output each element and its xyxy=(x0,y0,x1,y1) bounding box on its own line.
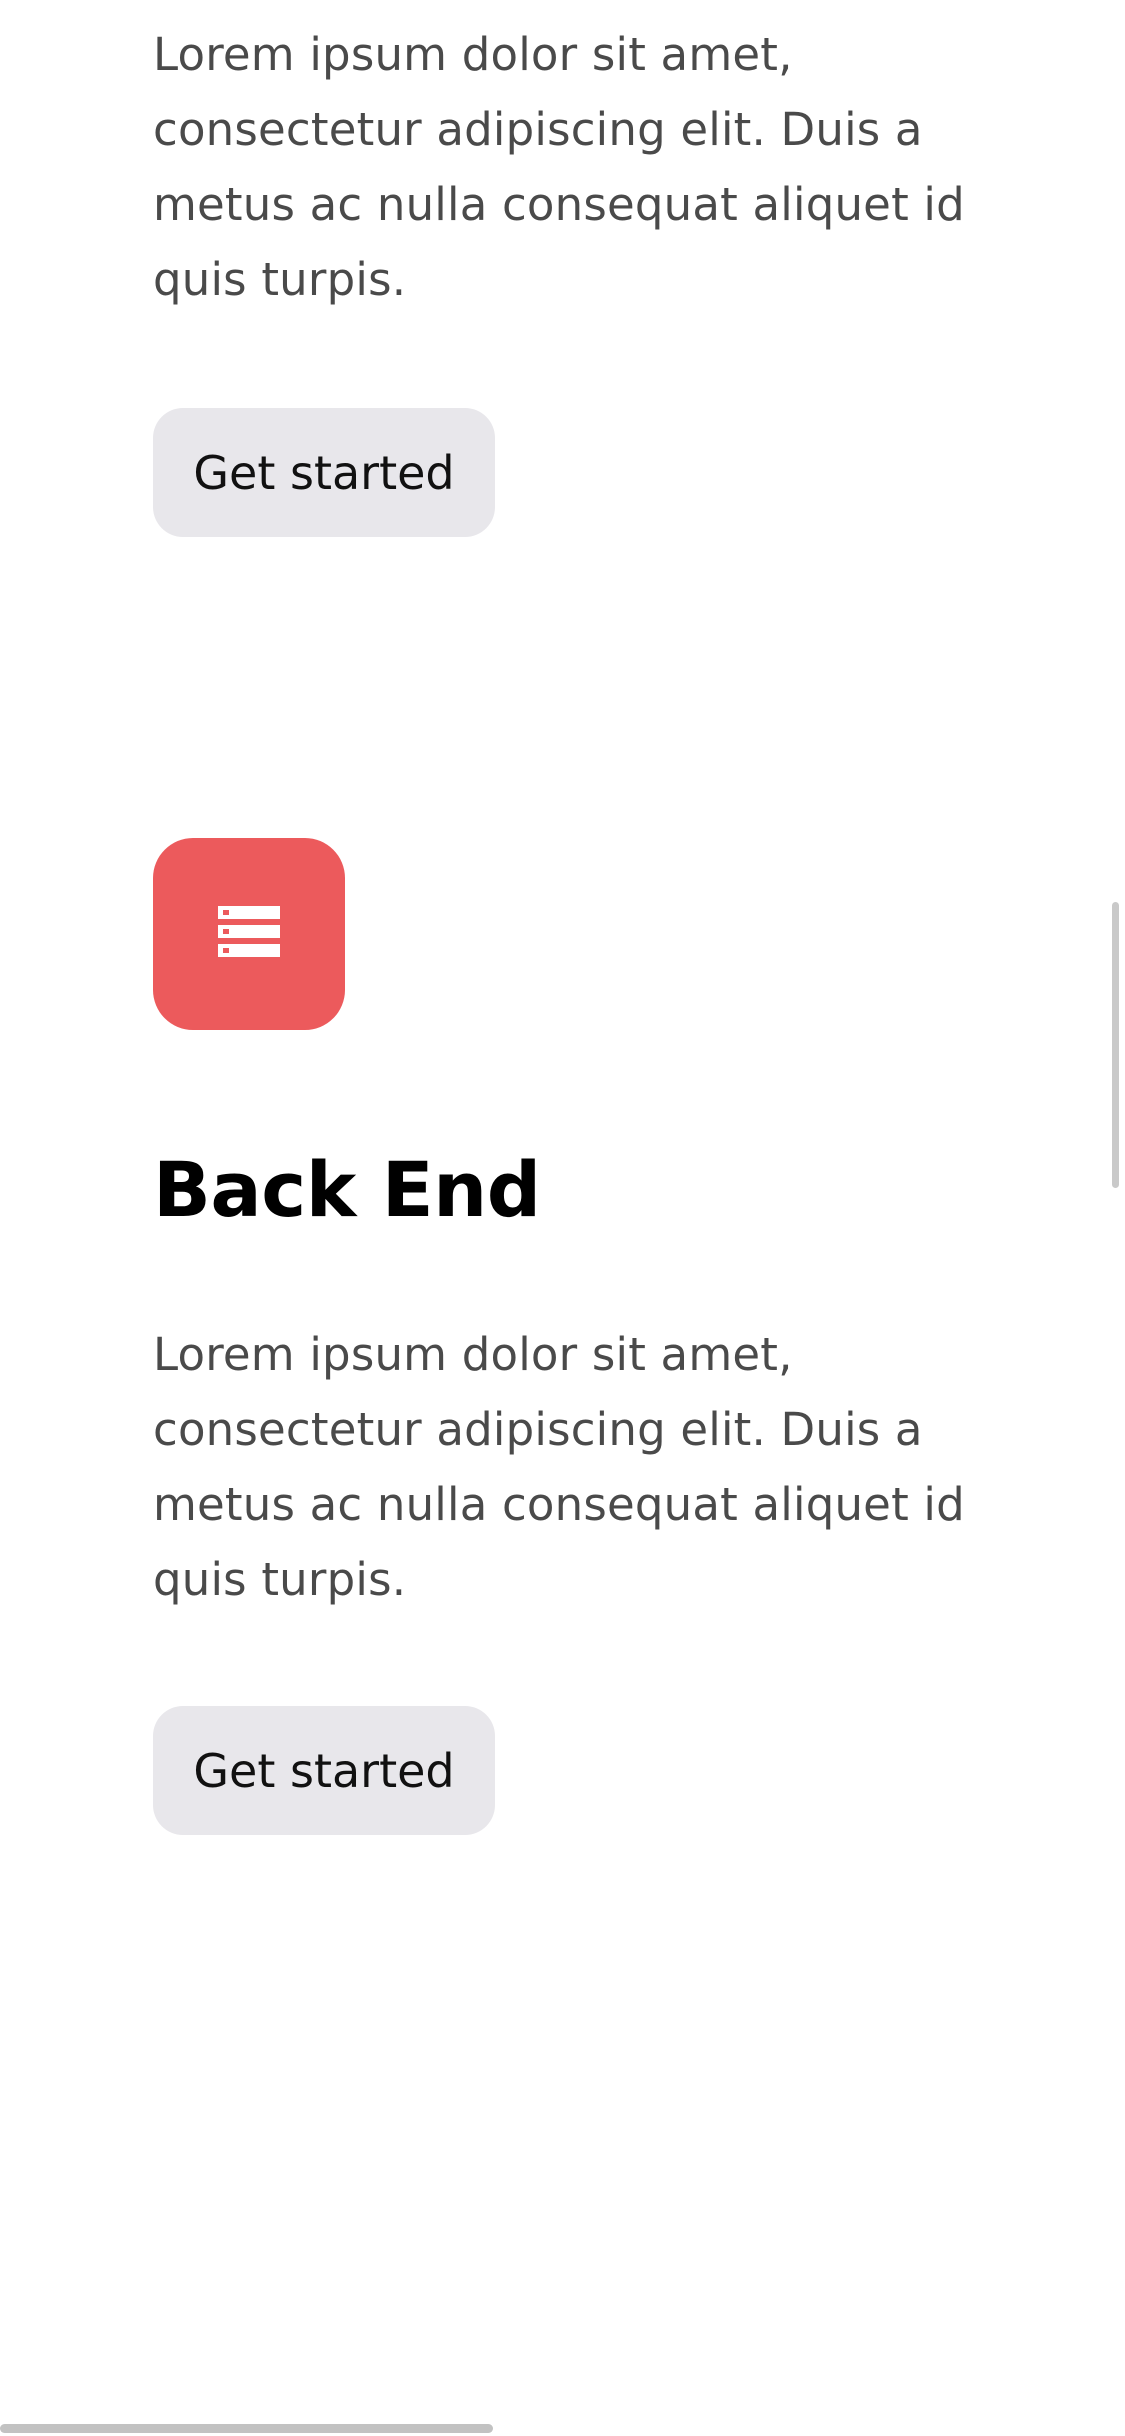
home-indicator xyxy=(0,2424,493,2433)
section-title: Back End xyxy=(153,1145,541,1234)
server-icon xyxy=(218,906,280,962)
back-end-icon-tile xyxy=(153,838,345,1030)
vertical-scrollbar[interactable] xyxy=(1112,902,1119,1188)
get-started-button[interactable]: Get started xyxy=(153,408,495,537)
section-description: Lorem ipsum dolor sit amet, consectetur … xyxy=(153,1328,965,1606)
section-description: Lorem ipsum dolor sit amet, consectetur … xyxy=(153,28,965,306)
get-started-button[interactable]: Get started xyxy=(153,1706,495,1835)
